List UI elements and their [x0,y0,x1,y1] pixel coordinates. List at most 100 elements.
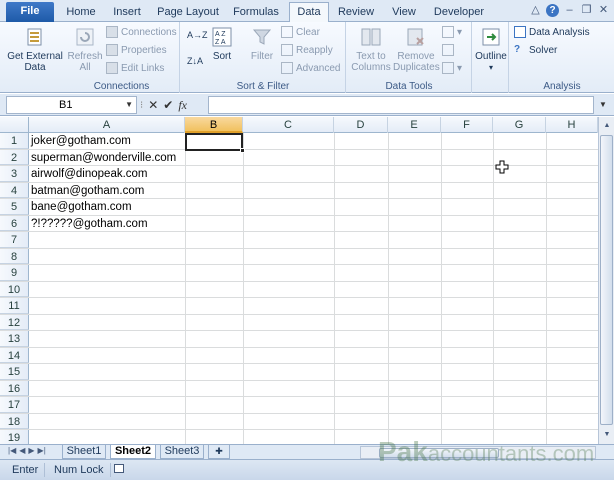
column-header-g[interactable]: G [493,117,546,133]
get-external-data-button[interactable]: Get External Data [4,26,66,73]
row-header[interactable]: 18 [0,413,29,429]
row-header[interactable]: 14 [0,347,29,363]
sheet-tab-sheet1[interactable]: Sheet1 [62,445,106,459]
confirm-entry-icon[interactable]: ✔ [163,98,173,112]
data-analysis-button[interactable]: Data Analysis [514,26,590,40]
column-header-b[interactable]: B [185,117,243,133]
cell-a[interactable]: ?!?????@gotham.com [31,216,148,232]
advanced-button[interactable]: Advanced [281,62,340,76]
minimize-icon[interactable]: – [563,4,576,17]
column-header-h[interactable]: H [546,117,598,133]
remove-duplicates-button[interactable]: Remove Duplicates [393,26,440,73]
cancel-entry-icon[interactable]: ✕ [148,98,158,112]
close-icon[interactable]: ✕ [597,4,610,17]
scroll-up-icon[interactable]: ▲ [600,119,614,133]
insert-function-icon[interactable]: fx [178,98,187,113]
group-connections: Get External Data Refresh All Connection… [0,22,180,93]
cell-a[interactable]: airwolf@dinopeak.com [31,166,148,182]
tab-insert[interactable]: Insert [106,3,148,22]
restore-icon[interactable]: ❐ [580,4,593,17]
expand-formula-bar-icon[interactable]: ▼ [596,97,610,113]
sort-za-button[interactable]: Z↓A [187,54,203,68]
vertical-scrollbar[interactable]: ▲ ▼ [598,117,614,444]
column-header-d[interactable]: D [334,117,388,133]
minimize-ribbon-icon[interactable]: △ [529,4,542,17]
tab-file[interactable]: File [6,2,54,22]
macro-record-icon[interactable] [108,463,128,477]
select-all-corner[interactable] [0,117,29,133]
solver-button[interactable]: ? Solver [514,44,557,58]
cell-a[interactable]: joker@gotham.com [31,133,131,149]
reapply-button[interactable]: Reapply [281,44,333,58]
cell-a[interactable]: superman@wonderville.com [31,150,176,166]
cell-a[interactable]: bane@gotham.com [31,199,132,215]
edit-links-button[interactable]: Edit Links [106,62,164,76]
row-header[interactable]: 15 [0,364,29,380]
row-header[interactable]: 10 [0,281,29,297]
properties-button[interactable]: Properties [106,44,167,58]
row-header[interactable]: 3 [0,166,29,182]
outline-button[interactable]: Outline ▾ [473,26,509,73]
row-header[interactable]: 6 [0,215,29,231]
next-sheet-icon[interactable]: ▶ [28,446,34,455]
row-header[interactable]: 19 [0,430,29,444]
group-label-data-tools: Data Tools [385,81,433,92]
connections-button[interactable]: Connections [106,26,177,40]
sheet-tab-sheet3[interactable]: Sheet3 [160,445,204,459]
cell-a[interactable]: batman@gotham.com [31,183,144,199]
what-if-icon [442,62,454,75]
row-header[interactable]: 17 [0,397,29,413]
tab-home[interactable]: Home [60,3,102,22]
tab-review[interactable]: Review [334,3,378,22]
sort-za-icon: Z↓A [187,56,204,66]
tab-data[interactable]: Data [289,2,329,22]
column-header-a[interactable]: A [29,117,185,133]
tab-page-layout[interactable]: Page Layout [152,3,224,22]
row-header[interactable]: 2 [0,149,29,165]
fill-handle[interactable] [240,148,245,153]
row-header[interactable]: 8 [0,248,29,264]
text-to-columns-button[interactable]: Text to Columns [349,26,393,73]
refresh-all-button[interactable]: Refresh All [66,26,104,73]
name-box-dropdown-icon[interactable]: ▼ [125,97,133,113]
row-header[interactable]: 16 [0,380,29,396]
clear-button[interactable]: Clear [281,26,320,40]
tab-formulas[interactable]: Formulas [228,3,284,22]
vertical-scroll-thumb[interactable] [600,135,613,425]
sheet-tab-sheet2[interactable]: Sheet2 [110,445,156,459]
table-row: 5 bane@gotham.com [0,199,598,216]
tab-developer[interactable]: Developer [430,3,488,22]
sort-az-icon: A→Z [187,30,208,40]
sort-label: Sort [212,51,232,62]
active-cell-b1[interactable] [185,133,243,151]
help-icon[interactable]: ? [546,4,559,17]
column-header-e[interactable]: E [388,117,441,133]
filter-button[interactable]: Filter [245,26,279,62]
name-box[interactable]: B1 ▼ [6,96,137,114]
first-sheet-icon[interactable]: |◀ [8,446,16,455]
sort-button[interactable]: A Z Z A Sort [207,26,237,62]
row-header[interactable]: 4 [0,182,29,198]
formula-input[interactable] [208,96,594,114]
scroll-down-icon[interactable]: ▼ [600,428,614,442]
what-if-analysis-button[interactable]: ▾ [442,62,462,76]
consolidate-button[interactable] [442,44,457,58]
row-header[interactable]: 7 [0,232,29,248]
row-header[interactable]: 5 [0,199,29,215]
prev-sheet-icon[interactable]: ◀ [19,446,25,455]
row-header[interactable]: 12 [0,314,29,330]
column-header-f[interactable]: F [441,117,493,133]
row-header[interactable]: 1 [0,133,29,149]
data-validation-button[interactable]: ▾ [442,26,462,40]
row-header[interactable]: 13 [0,331,29,347]
table-row: 1 joker@gotham.com [0,133,598,150]
sort-az-button[interactable]: A→Z [187,28,208,42]
column-header-c[interactable]: C [243,117,334,133]
row-header[interactable]: 9 [0,265,29,281]
refresh-icon [76,28,94,46]
insert-sheet-icon[interactable]: ✚ [208,445,230,459]
clear-label: Clear [296,27,320,38]
row-header[interactable]: 11 [0,298,29,314]
last-sheet-icon[interactable]: ▶| [38,446,46,455]
tab-view[interactable]: View [384,3,424,22]
